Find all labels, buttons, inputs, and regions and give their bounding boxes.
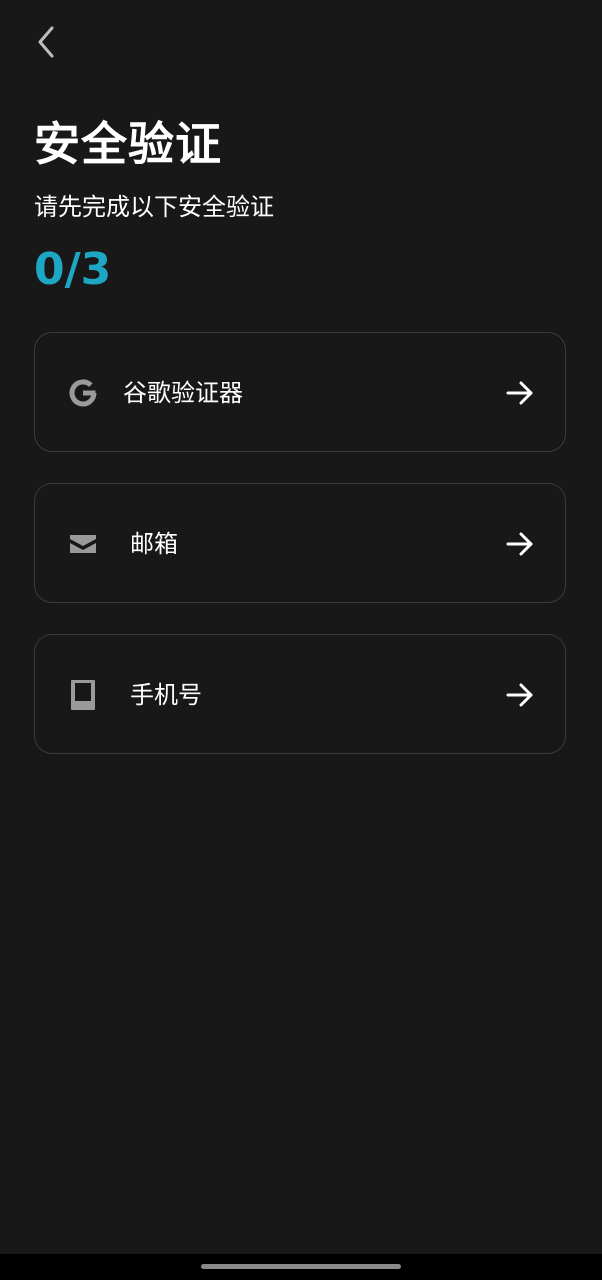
arrow-right-icon xyxy=(506,381,533,405)
option-label: 手机号 xyxy=(130,681,202,709)
home-indicator[interactable] xyxy=(201,1264,401,1269)
page-title: 安全验证 xyxy=(34,117,222,171)
envelope-icon xyxy=(67,528,99,560)
option-phone[interactable]: 手机号 xyxy=(34,634,566,754)
chevron-left-icon xyxy=(38,26,54,58)
google-icon xyxy=(67,377,99,409)
option-label: 邮箱 xyxy=(130,530,178,558)
back-button[interactable] xyxy=(26,22,66,62)
arrow-right-icon xyxy=(506,683,533,707)
verification-progress: 0/3 xyxy=(34,244,112,295)
phone-icon xyxy=(67,679,99,711)
page-subtitle: 请先完成以下安全验证 xyxy=(34,193,274,221)
option-google-authenticator[interactable]: 谷歌验证器 xyxy=(34,332,566,452)
option-label: 谷歌验证器 xyxy=(123,379,243,407)
option-email[interactable]: 邮箱 xyxy=(34,483,566,603)
arrow-right-icon xyxy=(506,532,533,556)
